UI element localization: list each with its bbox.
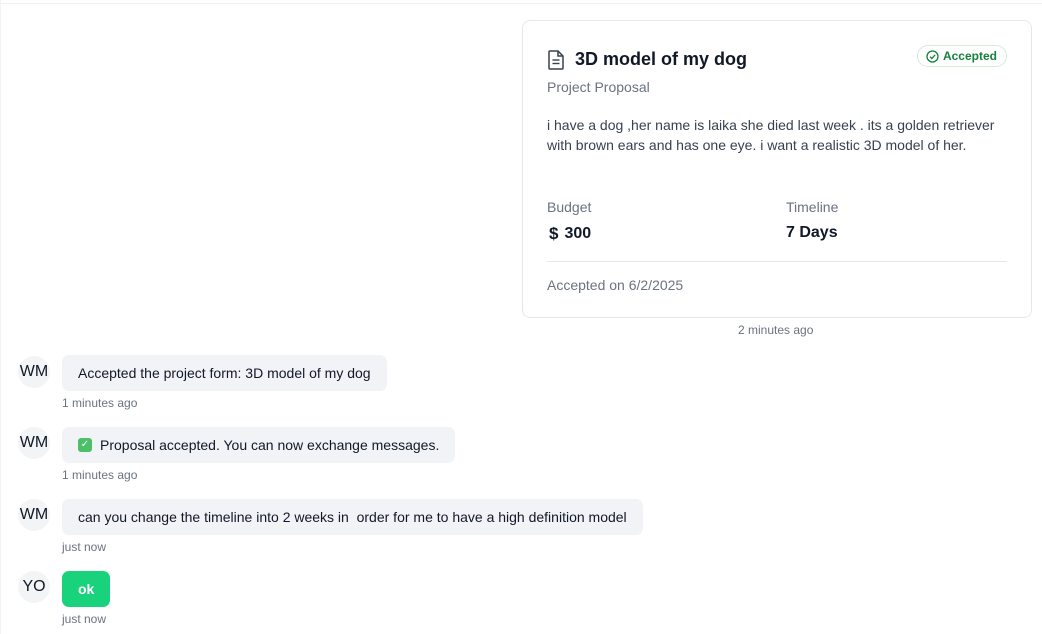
timeline-label: Timeline [786, 199, 839, 215]
avatar: WM [18, 356, 50, 388]
message-timestamp: just now [62, 612, 107, 626]
message-bubble: ✓ Proposal accepted. You can now exchang… [62, 427, 456, 463]
document-icon [547, 49, 567, 70]
budget-value-row: $ 300 [547, 224, 591, 244]
budget-label: Budget [547, 199, 592, 215]
proposal-header: 3D model of my dog [547, 49, 747, 70]
budget-block: Budget $ 300 [547, 199, 591, 244]
card-divider [547, 261, 1007, 262]
status-badge: Accepted [916, 45, 1007, 67]
message-timestamp: 1 minutes ago [62, 396, 138, 410]
proposal-title: 3D model of my dog [575, 49, 748, 69]
avatar: WM [18, 427, 50, 459]
message-timestamp: 1 minutes ago [62, 468, 138, 482]
check-box-icon: ✓ [78, 438, 92, 452]
proposal-timestamp: 2 minutes ago [738, 323, 814, 337]
message-bubble: Accepted the project form: 3D model of m… [62, 355, 387, 391]
top-divider [0, 3, 1042, 4]
proposal-subtitle: Project Proposal [547, 79, 650, 95]
accepted-on-text: Accepted on 6/2/2025 [547, 277, 684, 293]
dollar-icon: $ [549, 224, 559, 243]
message-bubble: can you change the timeline into 2 weeks… [62, 499, 643, 535]
left-border [0, 0, 1, 634]
avatar: YO [18, 571, 50, 603]
check-circle-icon [926, 49, 939, 63]
timeline-block: Timeline 7 Days [786, 199, 838, 242]
proposal-card[interactable]: 3D model of my dog Accepted Project Prop… [522, 20, 1032, 318]
message-bubble-own: ok [62, 571, 111, 607]
budget-value: 300 [564, 225, 592, 242]
proposal-description: i have a dog ,her name is laika she died… [547, 117, 995, 153]
message-text: Proposal accepted. You can now exchange … [100, 437, 440, 453]
message-timestamp: just now [62, 540, 107, 554]
status-label: Accepted [942, 49, 997, 63]
timeline-value: 7 Days [786, 224, 838, 241]
avatar: WM [18, 499, 50, 531]
